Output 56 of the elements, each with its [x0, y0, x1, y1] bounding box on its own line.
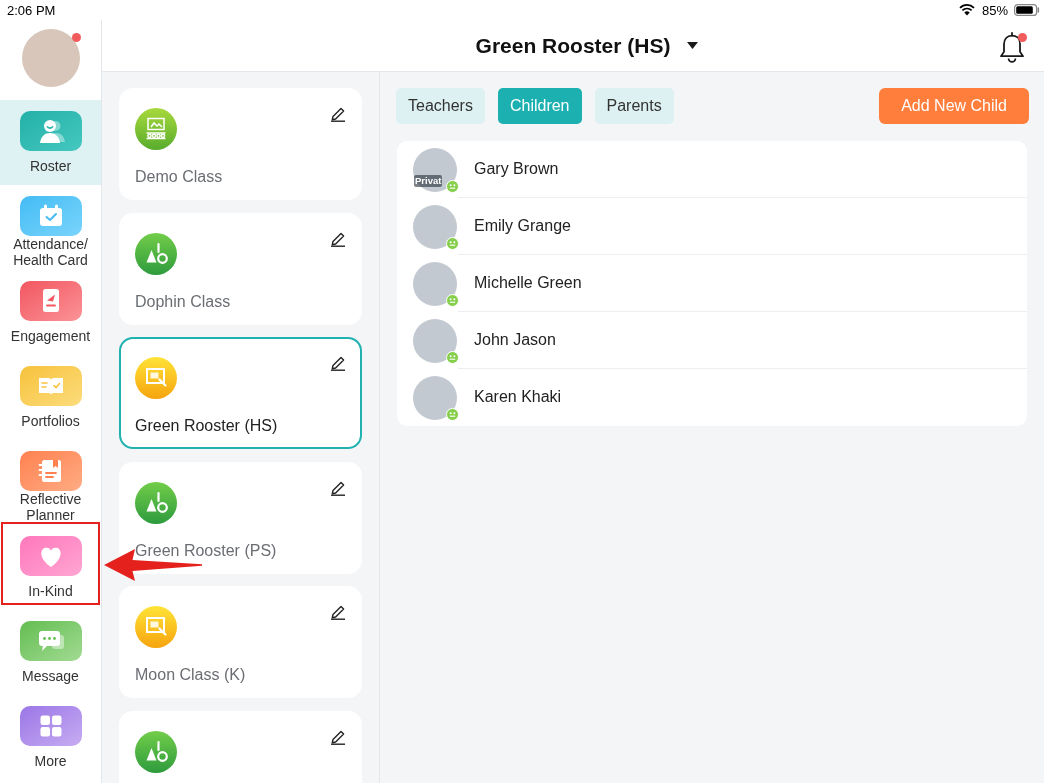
chalkboard-icon	[135, 108, 177, 150]
private-label: Privat	[414, 174, 443, 187]
child-name[interactable]: John Jason	[474, 330, 556, 350]
smiley-icon	[446, 293, 459, 307]
shapes-icon	[135, 232, 177, 275]
class-card[interactable]: Moon Class (K)	[119, 586, 362, 698]
status-time: 2:06 PM	[7, 2, 56, 18]
child-name[interactable]: Michelle Green	[474, 273, 582, 293]
class-name: Moon Class (K)	[135, 665, 246, 685]
class-card[interactable]: Demo Class	[119, 88, 362, 200]
battery-percent: 85%	[981, 2, 1008, 18]
nav-item[interactable]: Engagement	[0, 270, 101, 355]
child-name[interactable]: Karen Khaki	[474, 387, 562, 407]
person-icon	[19, 111, 82, 151]
bell-icon[interactable]	[998, 31, 1026, 63]
child-name[interactable]: Emily Grange	[474, 216, 571, 236]
nav-item[interactable]: Roster	[0, 100, 101, 185]
nav-item[interactable]: Portfolios	[0, 355, 101, 440]
class-name: Green Rooster (HS)	[135, 416, 278, 436]
chat-icon	[19, 621, 82, 661]
nav-item[interactable]: Attendance/Health Card	[0, 185, 101, 270]
class-name: Demo Class	[135, 167, 223, 187]
document-icon	[19, 281, 82, 321]
tab[interactable]: Parents	[594, 88, 674, 124]
book-icon	[19, 366, 82, 406]
child-name[interactable]: Gary Brown	[474, 159, 559, 179]
avatar-placeholder	[413, 375, 457, 420]
smiley-icon	[446, 407, 459, 421]
notebook-icon	[19, 451, 82, 491]
grid-icon	[19, 706, 82, 746]
shapes-icon	[135, 481, 177, 524]
avatar-placeholder	[413, 147, 457, 192]
avatar-placeholder	[413, 261, 457, 306]
tab[interactable]: Teachers	[396, 88, 485, 124]
battery-icon	[1014, 4, 1040, 16]
smiley-icon	[446, 179, 459, 193]
class-title[interactable]: Green Rooster (HS)	[475, 32, 671, 59]
picture-frame-icon	[135, 357, 177, 399]
calendar-icon	[19, 196, 82, 236]
shapes-icon	[135, 730, 177, 773]
smiley-icon	[446, 236, 459, 250]
class-card[interactable]: Green Rooster (PS)	[119, 461, 362, 574]
class-name: Green Rooster (PS)	[135, 540, 277, 561]
class-card[interactable]: Green Rooster (HS)	[119, 337, 362, 449]
nav-item[interactable]: Reflective Planner	[0, 440, 101, 525]
class-name: Dophin Class	[135, 291, 231, 312]
smiley-icon	[446, 350, 459, 364]
nav-item[interactable]: In-Kind	[0, 525, 101, 610]
wifi-icon	[958, 4, 975, 16]
class-card[interactable]: Dophin Class	[119, 212, 362, 325]
avatar-placeholder	[413, 318, 457, 363]
avatar-placeholder	[413, 204, 457, 249]
nav-item[interactable]: Message	[0, 610, 101, 695]
nav-item[interactable]: More	[0, 695, 101, 780]
picture-frame-icon	[135, 606, 177, 648]
caret-icon[interactable]	[687, 42, 699, 49]
